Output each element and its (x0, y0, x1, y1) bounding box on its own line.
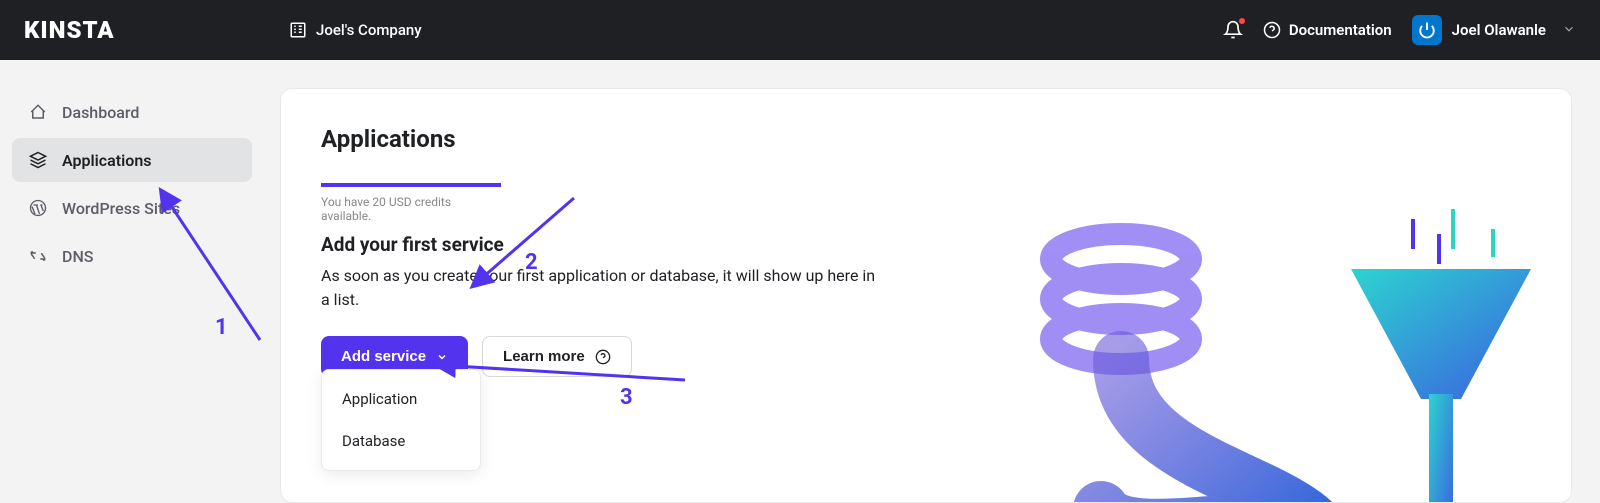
credits-notice: You have 20 USD credits available. (321, 183, 501, 223)
sidebar-item-applications[interactable]: Applications (12, 138, 252, 182)
sidebar-item-wordpress[interactable]: WordPress Sites (12, 186, 252, 230)
dns-icon (28, 246, 48, 266)
annotation-label-3: 3 (620, 385, 633, 410)
help-icon (1263, 21, 1281, 39)
notifications-button[interactable] (1223, 20, 1243, 40)
dropdown-item-database[interactable]: Database (322, 420, 480, 462)
top-header: KINSTA Joel's Company Documentation Joel… (0, 0, 1600, 60)
annotation-label-2: 2 (525, 250, 538, 275)
wordpress-icon (28, 198, 48, 218)
section-description: As soon as you create your first applica… (321, 264, 881, 312)
power-icon (1418, 21, 1436, 39)
avatar (1412, 15, 1442, 45)
sidebar-item-label: WordPress Sites (62, 199, 180, 218)
sidebar-item-dns[interactable]: DNS (12, 234, 252, 278)
notification-dot (1239, 18, 1245, 24)
applications-panel: Applications You have 20 USD credits ava… (280, 88, 1572, 503)
user-name: Joel Olawanle (1452, 21, 1546, 39)
dropdown-item-application[interactable]: Application (322, 378, 480, 420)
help-icon (595, 349, 611, 365)
sidebar: Dashboard Applications WordPress Sites D… (0, 60, 264, 503)
learn-more-label: Learn more (503, 348, 585, 365)
annotation-label-1: 1 (215, 315, 228, 340)
sidebar-item-label: DNS (62, 247, 93, 266)
company-name: Joel's Company (316, 21, 422, 39)
home-icon (28, 102, 48, 122)
documentation-link[interactable]: Documentation (1263, 21, 1392, 39)
sidebar-item-label: Dashboard (62, 103, 139, 122)
sidebar-item-dashboard[interactable]: Dashboard (12, 90, 252, 134)
building-icon (288, 20, 308, 40)
company-picker[interactable]: Joel's Company (288, 20, 422, 40)
section-subtitle: Add your first service (321, 233, 1531, 256)
add-service-dropdown: Application Database (321, 369, 481, 471)
sidebar-item-label: Applications (62, 151, 151, 170)
chevron-down-icon (436, 351, 448, 363)
chevron-down-icon (1562, 21, 1576, 40)
layers-icon (28, 150, 48, 170)
docs-label: Documentation (1289, 21, 1392, 39)
page-title: Applications (321, 125, 1531, 153)
add-service-label: Add service (341, 348, 426, 365)
kinsta-logo: KINSTA (24, 16, 288, 44)
learn-more-button[interactable]: Learn more (482, 336, 632, 377)
user-menu[interactable]: Joel Olawanle (1412, 15, 1576, 45)
